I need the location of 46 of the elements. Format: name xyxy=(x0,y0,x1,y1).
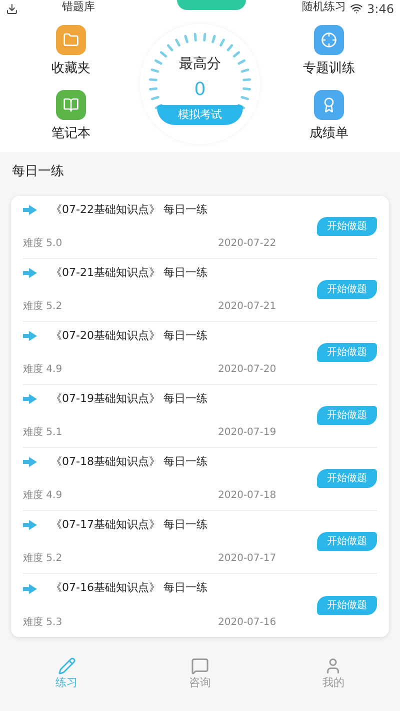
difficulty-text: 难度 5.1 xyxy=(23,426,64,440)
gauge-title: 最高分 xyxy=(179,55,221,74)
exercise-date: 2020-07-16 xyxy=(218,616,276,630)
top-shortcut-label[interactable]: 随机练习 xyxy=(302,0,346,13)
exercise-date: 2020-07-18 xyxy=(218,489,276,504)
download-icon xyxy=(6,3,18,15)
exercise-title[interactable]: 《07-16基础知识点》 每日一练 xyxy=(51,580,208,597)
difficulty-text: 难度 4.9 xyxy=(23,362,64,378)
shortcut-button[interactable]: 成绩单 xyxy=(284,90,374,144)
arrow-icon xyxy=(23,457,37,467)
chat-icon xyxy=(190,656,209,674)
section-title: 每日一练 xyxy=(11,163,65,181)
arrow-icon xyxy=(23,268,37,278)
exercise-date: 2020-07-19 xyxy=(218,426,276,440)
top-round-button[interactable] xyxy=(176,0,246,10)
exercise-date: 2020-07-22 xyxy=(218,237,276,252)
exercise-title[interactable]: 《07-20基础知识点》 每日一练 xyxy=(51,328,208,344)
shortcut-label: 专题训练 xyxy=(303,60,355,78)
difficulty-text: 难度 5.2 xyxy=(23,300,64,314)
top-shortcut-label[interactable]: 错题库 xyxy=(62,0,95,13)
exercise-date: 2020-07-21 xyxy=(218,300,276,314)
status-time: 3:46 xyxy=(367,1,394,18)
shortcut-label: 笔记本 xyxy=(52,125,90,143)
shortcut-label: 收藏夹 xyxy=(52,60,90,78)
exercise-date: 2020-07-17 xyxy=(218,552,276,566)
exercise-title[interactable]: 《07-22基础知识点》 每日一练 xyxy=(51,202,208,218)
arrow-icon xyxy=(23,331,37,341)
shortcut-button[interactable]: 笔记本 xyxy=(26,90,116,144)
arrow-icon xyxy=(23,394,37,404)
gauge-score: 0 xyxy=(194,81,206,99)
shortcut-button[interactable]: 专题训练 xyxy=(284,24,374,78)
exercise-title[interactable]: 《07-19基础知识点》 每日一练 xyxy=(51,390,208,408)
exercise-title[interactable]: 《07-18基础知识点》 每日一练 xyxy=(51,454,208,470)
difficulty-text: 难度 5.2 xyxy=(23,552,64,566)
arrow-icon xyxy=(23,520,37,530)
arrow-icon xyxy=(23,205,37,215)
exercise-date: 2020-07-20 xyxy=(218,363,276,378)
arrow-icon xyxy=(23,584,37,594)
shortcut-button[interactable]: 收藏夹 xyxy=(26,24,116,78)
difficulty-text: 难度 5.0 xyxy=(23,236,64,252)
difficulty-text: 难度 5.3 xyxy=(23,616,64,630)
exercise-title[interactable]: 《07-21基础知识点》 每日一练 xyxy=(51,264,208,282)
exercise-title[interactable]: 《07-17基础知识点》 每日一练 xyxy=(51,516,208,534)
difficulty-text: 难度 4.9 xyxy=(23,488,64,504)
shortcut-label: 成绩单 xyxy=(310,125,348,143)
pencil-icon xyxy=(58,656,76,674)
